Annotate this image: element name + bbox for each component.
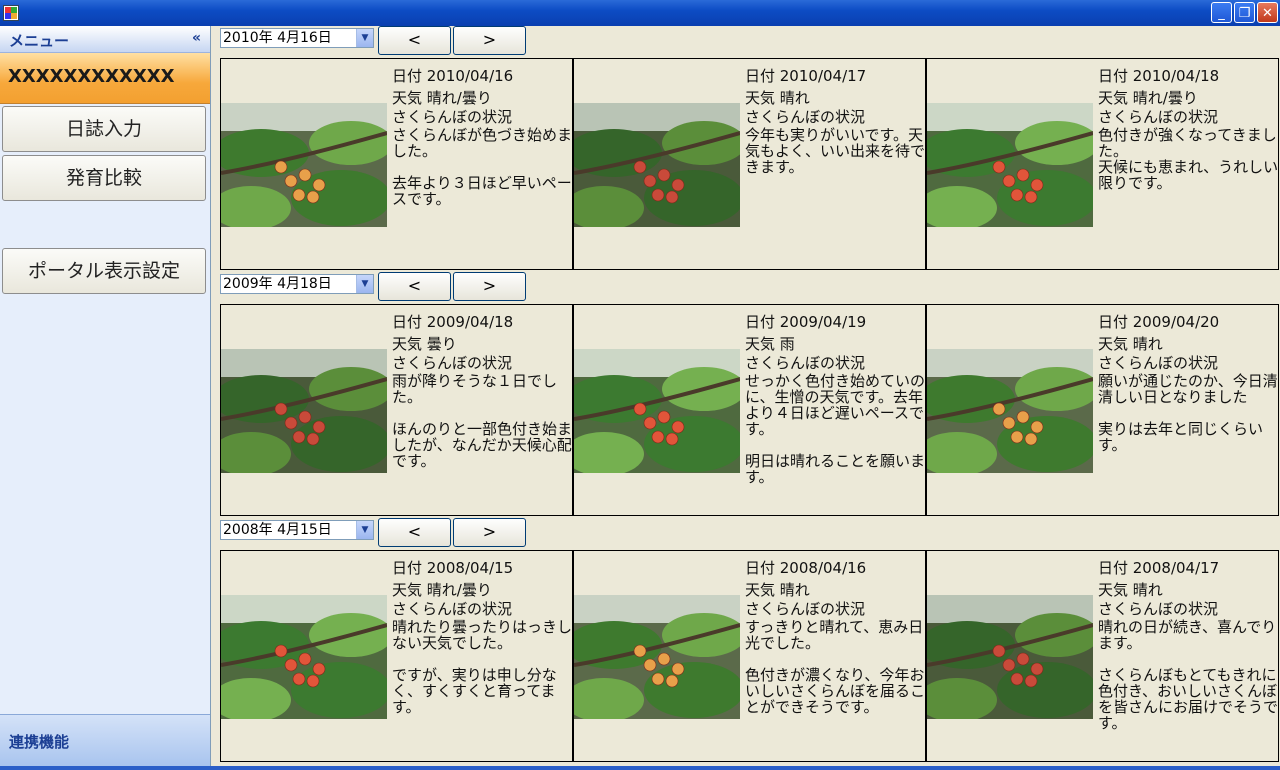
cherry-photo-icon [221,103,387,227]
next-button[interactable]: > [453,518,526,547]
integration-label: 連携機能 [9,733,70,751]
entry-date: 日付 2010/04/16 [392,67,514,85]
date-dropdown[interactable]: 2009年 4月18日 ▼ [220,274,374,294]
cherry-photo-icon [574,595,740,719]
entry-status-label: さくらんぼの状況 [392,108,513,126]
diary-panel: 日付 2008/04/15 天気 晴れ/曇り さくらんぼの状況 晴れたり曇ったりはっき… [220,550,573,762]
chevron-down-icon[interactable]: ▼ [356,29,373,47]
prev-button[interactable]: < [378,272,451,301]
date-dropdown-value: 2009年 4月18日 [223,276,332,292]
entry-status-label: さくらんぼの状況 [1098,600,1219,618]
diary-panel: 日付 2010/04/16 天気 晴れ/曇り さくらんぼの状況 さくらんぼが色づき始め… [220,58,573,270]
entry-weather: 天気 晴れ/曇り [392,89,492,107]
diary-panel: 日付 2009/04/19 天気 雨さくらんぼの状況 せっかく色付き始めていのに、生… [573,304,926,516]
close-button[interactable]: ✕ [1257,2,1278,23]
diary-panel: 日付 2008/04/16 天気 晴れ さくらんぼの状況 すっきりと晴れて、恵み日光で… [573,550,926,762]
date-dropdown[interactable]: 2010年 4月16日 ▼ [220,28,374,48]
entry-weather: 天気 晴れ/曇り [1098,89,1198,107]
entry-status-label: さくらんぼの状況 [745,600,866,618]
prev-button[interactable]: < [378,26,451,55]
diary-panel: 日付 2009/04/20 天気 晴れ さくらんぼの状況 願いが通じたのか、今日清清し… [926,304,1279,516]
title-bar: _ ❐ ✕ [0,0,1280,26]
entry-date: 日付 2009/04/20 [1098,313,1220,331]
cherry-photo-icon [927,103,1093,227]
entry-comment: 願いが通じたのか、今日清清しい日となりました 実りは去年と同じくらいす。 [1098,372,1278,454]
collapse-icon[interactable]: « [192,30,201,46]
entry-weather: 天気 晴れ [1098,335,1163,353]
diary-panel: 日付 2008/04/17 天気 晴れ さくらんぼの状況 晴れの日が続き、喜んでります… [926,550,1279,762]
entry-comment: 晴れの日が続き、喜んでります。 さくらんぼもとてもきれに色付き、おいしいさくんぼ… [1098,618,1279,732]
entry-date: 日付 2009/04/18 [392,313,514,331]
entry-weather: 天気 晴れ/曇り [392,581,492,599]
entry-date: 日付 2010/04/17 [745,67,867,85]
entry-status-label: さくらんぼの状況 [1098,108,1219,126]
entry-date: 日付 2008/04/17 [1098,559,1220,577]
entry-status-label: さくらんぼの状況 [745,354,866,372]
user-bar: XXXXXXXXXXXX [0,53,210,104]
sidebar: メニュー « XXXXXXXXXXXX 日誌入力 発育比較 ポータル表示設定 連… [0,26,211,767]
date-dropdown-value: 2008年 4月15日 [223,522,332,538]
cherry-photo-icon [221,349,387,473]
entry-weather: 天気 晴れ [745,89,810,107]
entry-comment: すっきりと晴れて、恵み日光でした。 色付きが濃くなり、今年おいしいさくらんぼを届… [745,618,926,716]
menu-header: メニュー « [0,26,210,53]
prev-button[interactable]: < [378,518,451,547]
next-button[interactable]: > [453,272,526,301]
diary-panel: 日付 2009/04/18 天気 曇り さくらんぼの状況 雨が降りそうな１日でした。 … [220,304,573,516]
entry-weather: 天気 晴れ [745,581,810,599]
entry-comment: さくらんぼが色づき始めました。 去年より３日ほど早いペースです。 [392,126,573,208]
date-dropdown[interactable]: 2008年 4月15日 ▼ [220,520,374,540]
entry-comment: 雨が降りそうな１日でした。 ほんのりと一部色付き始ましたが、なんだか天候心配です… [392,372,573,470]
cherry-photo-icon [927,595,1093,719]
close-icon: ✕ [1262,6,1273,21]
minimize-button[interactable]: _ [1211,2,1232,23]
entry-status-label: さくらんぼの状況 [392,600,513,618]
cherry-photo-icon [574,103,740,227]
chevron-down-icon[interactable]: ▼ [356,275,373,293]
entry-weather: 天気 曇り [392,335,457,353]
menu-title: メニュー [9,32,70,50]
minimize-icon: _ [1218,6,1225,21]
entry-weather: 天気 晴れ [1098,581,1163,599]
cherry-photo-icon [927,349,1093,473]
entry-comment: せっかく色付き始めていのに、生憎の天気です。去年より４日ほど遅いペースです。 明… [745,372,926,486]
date-dropdown-value: 2010年 4月16日 [223,30,332,46]
entry-date: 日付 2010/04/18 [1098,67,1220,85]
entry-comment: 色付きが強くなってきました。 天候にも恵まれ、うれしい限りです。 [1098,126,1279,192]
entry-status-label: さくらんぼの状況 [1098,354,1219,372]
cherry-photo-icon [221,595,387,719]
diary-panel: 日付 2010/04/17 天気 晴れ さくらんぼの状況 今年も実りがいいです。天気も… [573,58,926,270]
user-name: XXXXXXXXXXXX [8,66,175,87]
entry-status-label: さくらんぼの状況 [745,108,866,126]
next-button[interactable]: > [453,26,526,55]
diary-panel: 日付 2010/04/18 天気 晴れ/曇り さくらんぼの状況 色付きが強くなってきま… [926,58,1279,270]
diary-input-button[interactable]: 日誌入力 [2,106,206,152]
entry-status-label: さくらんぼの状況 [392,354,513,372]
entry-date: 日付 2009/04/19 [745,313,867,331]
growth-compare-button[interactable]: 発育比較 [2,155,206,201]
entry-comment: 晴れたり曇ったりはっきしない天気でした。 ですが、実りは申し分なく、すくすくと育… [392,618,573,716]
restore-button[interactable]: ❐ [1234,2,1255,23]
app-icon[interactable] [3,5,19,21]
entry-weather: 天気 雨 [745,335,795,353]
entry-comment: 今年も実りがいいです。天気もよく、いい出来を待できます。 [745,126,926,176]
chevron-down-icon[interactable]: ▼ [356,521,373,539]
entry-date: 日付 2008/04/15 [392,559,514,577]
entry-date: 日付 2008/04/16 [745,559,867,577]
sidebar-footer[interactable]: 連携機能 [0,714,210,767]
window-bottom-border [0,766,1280,770]
restore-icon: ❐ [1238,6,1251,21]
portal-settings-button[interactable]: ポータル表示設定 [2,248,206,294]
diary-comparison-area: 2010年 4月16日 ▼ < > 日付 2010/04/16 天気 晴れ/曇り さくらんぼ… [211,26,1280,766]
cherry-photo-icon [574,349,740,473]
